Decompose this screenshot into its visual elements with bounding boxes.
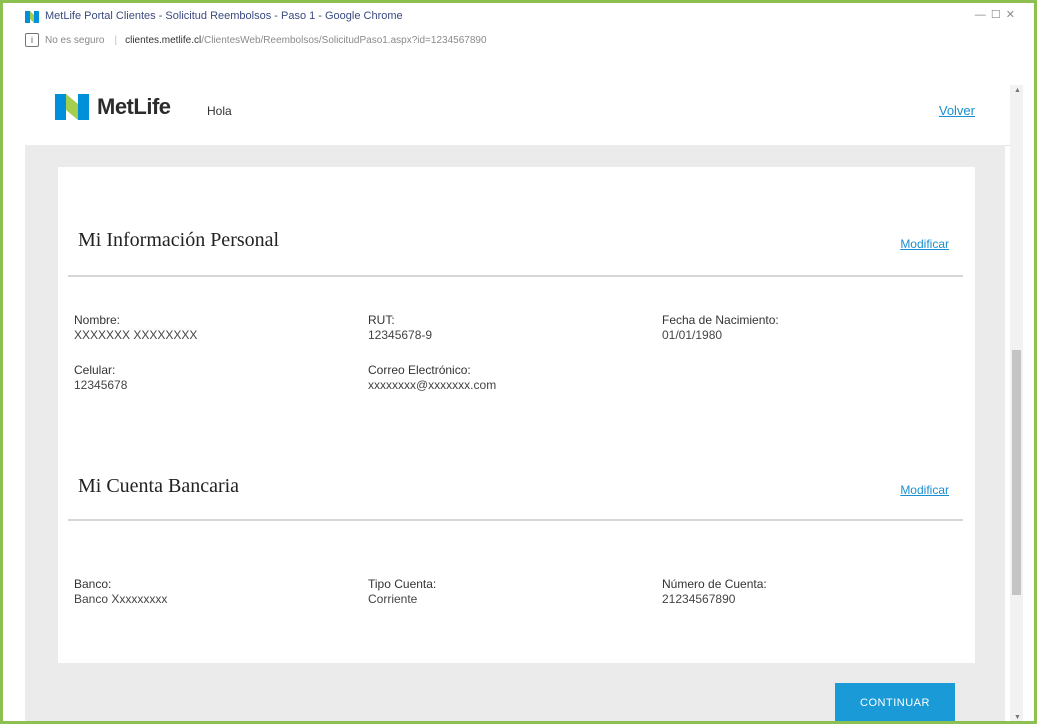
not-secure-label: No es seguro (45, 34, 105, 46)
field-value: 12345678-9 (368, 328, 433, 342)
field-value: Corriente (368, 592, 418, 606)
content-area: Mi Información Personal Modificar Nombre… (25, 145, 1005, 721)
field-value: XXXXXXX XXXXXXXX (74, 328, 198, 342)
continue-button[interactable]: CONTINUAR (835, 683, 955, 721)
bank-account-title: Mi Cuenta Bancaria (78, 475, 240, 497)
personal-info-divider (68, 275, 963, 277)
field-label: Nombre: (74, 313, 121, 327)
address-bar[interactable]: i No es seguro | clientes.metlife.cl /Cl… (25, 29, 1024, 51)
field-label: Correo Electrónico: (368, 363, 471, 377)
greeting-text: Hola (207, 104, 232, 118)
scrollbar-thumb[interactable] (1012, 350, 1021, 595)
browser-window: MetLife Portal Clientes - Solicitud Reem… (0, 0, 1037, 724)
modify-personal-info-link[interactable]: Modificar (900, 237, 949, 251)
brand-name: MetLife (97, 94, 171, 119)
window-title-bar: MetLife Portal Clientes - Solicitud Reem… (3, 3, 1034, 29)
scroll-up-icon[interactable]: ▲ (1014, 87, 1021, 94)
scroll-down-icon[interactable]: ▼ (1014, 714, 1021, 721)
personal-info-title: Mi Información Personal (78, 229, 280, 251)
field-value: Banco Xxxxxxxxx (74, 592, 168, 606)
page-scrollbar[interactable]: ▲ ▼ (1010, 85, 1023, 721)
field-correo: Correo Electrónico: xxxxxxxx@xxxxxxx.com (368, 363, 496, 393)
field-value: 21234567890 (662, 592, 736, 606)
field-label: Fecha de Nacimiento: (662, 313, 779, 327)
window-title: MetLife Portal Clientes - Solicitud Reem… (45, 10, 403, 22)
field-fecha-nacimiento: Fecha de Nacimiento: 01/01/1980 (662, 313, 779, 343)
field-value: 12345678 (74, 378, 128, 392)
address-separator: | (114, 34, 118, 46)
bank-account-divider (68, 519, 963, 521)
metlife-logo[interactable]: MetLife (55, 94, 171, 120)
metlife-favicon-icon (25, 11, 39, 23)
field-value: 01/01/1980 (662, 328, 723, 342)
metlife-logo-mark-icon (55, 94, 89, 120)
field-label: Número de Cuenta: (662, 577, 767, 591)
field-tipo-cuenta: Tipo Cuenta: Corriente (368, 577, 436, 607)
back-link[interactable]: Volver (939, 103, 975, 118)
info-icon[interactable]: i (25, 33, 39, 47)
field-label: RUT: (368, 313, 395, 327)
url-domain: clientes.metlife.cl (125, 34, 202, 46)
app-header: MetLife Hola Volver (25, 85, 1015, 146)
field-label: Banco: (74, 577, 112, 591)
field-numero-cuenta: Número de Cuenta: 21234567890 (662, 577, 767, 607)
modify-bank-account-link[interactable]: Modificar (900, 483, 949, 497)
summary-card: Mi Información Personal Modificar Nombre… (58, 167, 975, 663)
field-rut: RUT: 12345678-9 (368, 313, 432, 343)
field-label: Tipo Cuenta: (368, 577, 437, 591)
field-value: xxxxxxxx@xxxxxxx.com (368, 378, 497, 392)
field-nombre: Nombre: XXXXXXX XXXXXXXX (74, 313, 197, 343)
field-banco: Banco: Banco Xxxxxxxxx (74, 577, 167, 607)
url-path: /ClientesWeb/Reembolsos/SolicitudPaso1.a… (201, 34, 487, 46)
field-celular: Celular: 12345678 (74, 363, 127, 393)
field-label: Celular: (74, 363, 116, 377)
window-controls[interactable]: — ☐ ✕ (975, 8, 1016, 21)
